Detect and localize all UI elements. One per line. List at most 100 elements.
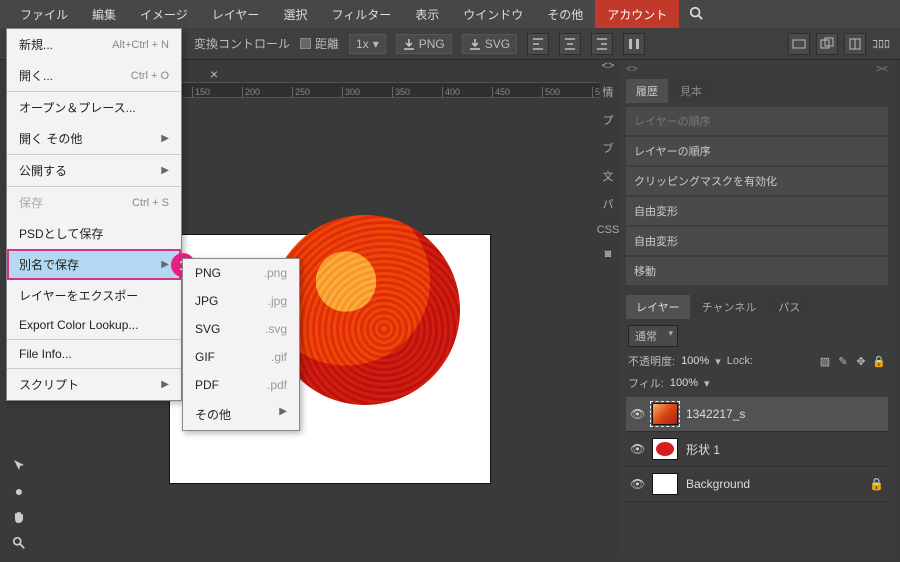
panel-icon-2[interactable]	[816, 33, 838, 55]
fill-value[interactable]: 100%	[670, 377, 698, 389]
lock-label: Lock:	[727, 355, 753, 367]
vtab-css[interactable]: CSS	[597, 224, 620, 236]
layer-thumbnail[interactable]	[652, 438, 678, 460]
history-item[interactable]: 自由変形	[626, 227, 888, 255]
history-item[interactable]: クリッピングマスクを有効化	[626, 167, 888, 195]
lock-transparency-icon[interactable]: ▨	[818, 355, 832, 368]
save-as-svg[interactable]: SVG.svg	[183, 315, 299, 343]
layer-thumbnail[interactable]	[652, 473, 678, 495]
layer-controls: 通常 不透明度: 100%▾ Lock: ▨ ✎ ✥ 🔒 フィル: 100%▾	[620, 319, 894, 397]
file-export-color-lookup[interactable]: Export Color Lookup...	[7, 311, 181, 339]
distance-toggle[interactable]: 距離	[300, 35, 339, 52]
file-save-psd[interactable]: PSDとして保存	[7, 218, 181, 249]
menubar: ファイル 編集 イメージ レイヤー 選択 フィルター 表示 ウインドウ その他 …	[0, 0, 900, 28]
save-as-pdf[interactable]: PDF.pdf	[183, 371, 299, 399]
zoom-select[interactable]: 1x ▾	[349, 34, 386, 54]
search-icon[interactable]	[679, 0, 713, 29]
menu-image[interactable]: イメージ	[128, 0, 200, 29]
history-item[interactable]: レイヤーの順序	[626, 137, 888, 165]
tab-layers[interactable]: レイヤー	[626, 295, 690, 319]
menu-account[interactable]: アカウント	[595, 0, 679, 29]
file-open[interactable]: 開く...Ctrl + O	[7, 60, 181, 91]
file-save-as[interactable]: 別名で保存▶ 1	[7, 249, 181, 280]
history-item[interactable]: 移動	[626, 257, 888, 285]
file-script[interactable]: スクリプト▶	[7, 369, 181, 400]
right-panels: <> >< 履歴 見本 レイヤーの順序 レイヤーの順序 クリッピングマスクを有効化…	[620, 60, 894, 558]
opacity-label: 不透明度:	[628, 353, 675, 369]
visibility-toggle-icon[interactable]: 👁	[630, 477, 644, 491]
tab-channels[interactable]: チャンネル	[692, 295, 767, 319]
align-left-icon[interactable]	[527, 33, 549, 55]
lock-move-icon[interactable]: ✥	[854, 355, 868, 368]
file-menu-dropdown: 新規...Alt+Ctrl + N 開く...Ctrl + O オープン＆プレー…	[6, 28, 182, 401]
tab-close-icon[interactable]: ×	[210, 66, 218, 82]
blend-mode-select[interactable]: 通常	[628, 325, 678, 347]
align-right-icon[interactable]	[591, 33, 613, 55]
tool-zoom[interactable]	[0, 530, 38, 556]
vtab-text[interactable]: 文	[603, 168, 614, 184]
fill-label: フィル:	[628, 375, 664, 391]
panel-icon-1[interactable]	[788, 33, 810, 55]
vtab-collapse[interactable]: <>	[602, 60, 615, 72]
file-save: 保存Ctrl + S	[7, 187, 181, 218]
vtab-pu[interactable]: プ	[603, 112, 614, 128]
tab-history[interactable]: 履歴	[626, 79, 668, 103]
visibility-toggle-icon[interactable]: 👁	[630, 407, 644, 421]
tab-swatches[interactable]: 見本	[670, 79, 712, 103]
vtab-bu[interactable]: ブ	[603, 140, 614, 156]
file-export-layers[interactable]: レイヤーをエクスポー	[7, 280, 181, 311]
history-item[interactable]: レイヤーの順序	[626, 107, 888, 135]
rp-collapse-right[interactable]: ><	[876, 64, 888, 75]
menu-other[interactable]: その他	[535, 0, 595, 29]
layer-list: 👁 1342217_s 👁 形状 1 👁 Background 🔒	[620, 397, 894, 502]
layer-row[interactable]: 👁 Background 🔒	[626, 467, 888, 502]
tool-move[interactable]	[0, 452, 38, 478]
vertical-side-tabs: <> 情 プ ブ 文 パ CSS ◙	[598, 60, 618, 260]
layer-row[interactable]: 👁 形状 1	[626, 432, 888, 467]
opacity-value[interactable]: 100%	[681, 355, 709, 367]
file-info[interactable]: File Info...	[7, 340, 181, 368]
layer-row[interactable]: 👁 1342217_s	[626, 397, 888, 432]
menu-file[interactable]: ファイル	[8, 0, 80, 29]
vtab-info[interactable]: 情	[603, 84, 614, 100]
vtab-img[interactable]: ◙	[605, 248, 612, 260]
save-as-png[interactable]: PNG.png	[183, 259, 299, 287]
tool-hand[interactable]	[0, 504, 38, 530]
lock-paint-icon[interactable]: ✎	[836, 355, 850, 368]
menu-edit[interactable]: 編集	[80, 0, 128, 29]
file-new[interactable]: 新規...Alt+Ctrl + N	[7, 29, 181, 60]
history-item[interactable]: 自由変形	[626, 197, 888, 225]
layer-name[interactable]: Background	[686, 477, 861, 491]
file-open-other[interactable]: 開く その他▶	[7, 123, 181, 154]
menu-select[interactable]: 選択	[271, 0, 319, 29]
panel-icon-3[interactable]	[844, 33, 866, 55]
transform-controls-label: 変換コントロール	[194, 35, 290, 52]
export-svg-button[interactable]: SVG	[462, 34, 517, 54]
rp-collapse-left[interactable]: <>	[626, 64, 638, 75]
tab-paths[interactable]: パス	[768, 295, 810, 319]
save-as-gif[interactable]: GIF.gif	[183, 343, 299, 371]
layer-thumbnail[interactable]	[652, 403, 678, 425]
tool-brush[interactable]: ●	[0, 478, 38, 504]
menu-view[interactable]: 表示	[403, 0, 451, 29]
menu-layer[interactable]: レイヤー	[200, 0, 272, 29]
workspace-label: ｺﾛﾛ	[872, 33, 890, 55]
vtab-pa[interactable]: パ	[603, 196, 614, 212]
save-as-jpg[interactable]: JPG.jpg	[183, 287, 299, 315]
menu-window[interactable]: ウインドウ	[451, 0, 535, 29]
lock-icon: 🔒	[869, 477, 884, 491]
align-center-icon[interactable]	[559, 33, 581, 55]
layer-name[interactable]: 形状 1	[686, 441, 884, 458]
layer-name[interactable]: 1342217_s	[686, 407, 884, 421]
distribute-icon[interactable]	[623, 33, 645, 55]
menu-filter[interactable]: フィルター	[319, 0, 403, 29]
file-publish[interactable]: 公開する▶	[7, 155, 181, 186]
save-as-more[interactable]: その他▶	[183, 399, 299, 430]
export-png-button[interactable]: PNG	[396, 34, 452, 54]
history-panel: レイヤーの順序 レイヤーの順序 クリッピングマスクを有効化 自由変形 自由変形 …	[620, 103, 894, 291]
lock-all-icon[interactable]: 🔒	[872, 355, 886, 368]
save-as-submenu: PNG.png JPG.jpg SVG.svg GIF.gif PDF.pdf …	[182, 258, 300, 431]
file-open-place[interactable]: オープン＆プレース...	[7, 92, 181, 123]
toolbar-left: ●	[0, 452, 38, 556]
visibility-toggle-icon[interactable]: 👁	[630, 442, 644, 456]
